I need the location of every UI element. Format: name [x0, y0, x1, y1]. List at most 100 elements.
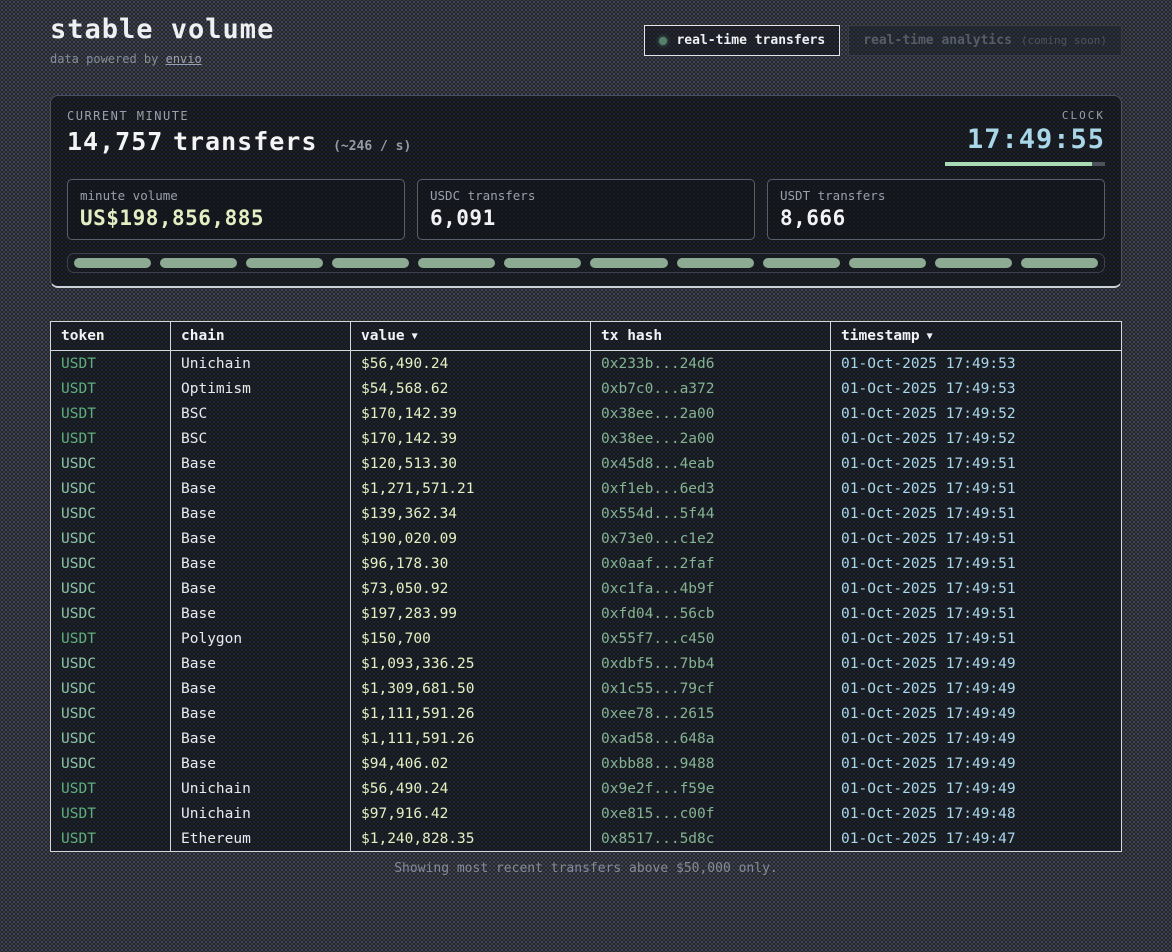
table-row: USDTUnichain$97,916.420xe815...c00f01-Oc… — [51, 801, 1122, 826]
footer-note: Showing most recent transfers above $50,… — [50, 861, 1122, 876]
cell-token: USDC — [51, 726, 171, 751]
cell-timestamp: 01-Oct-2025 17:49:49 — [831, 701, 1122, 726]
table-row: USDTEthereum$1,240,828.350x8517...5d8c01… — [51, 826, 1122, 852]
cell-value: $1,093,336.25 — [351, 651, 591, 676]
cell-tx-hash[interactable]: 0xb7c0...a372 — [591, 376, 831, 401]
transfer-unit: transfers — [173, 127, 317, 156]
cell-tx-hash[interactable]: 0x38ee...2a00 — [591, 426, 831, 451]
cell-token: USDC — [51, 551, 171, 576]
cell-tx-hash[interactable]: 0xdbf5...7bb4 — [591, 651, 831, 676]
cell-tx-hash[interactable]: 0x0aaf...2faf — [591, 551, 831, 576]
cell-value: $190,020.09 — [351, 526, 591, 551]
cell-tx-hash[interactable]: 0x233b...24d6 — [591, 351, 831, 377]
cell-chain: Unichain — [171, 801, 351, 826]
subtitle-text: data powered by — [50, 52, 166, 66]
cell-chain: Base — [171, 701, 351, 726]
cell-tx-hash[interactable]: 0xee78...2615 — [591, 701, 831, 726]
progress-segment — [849, 258, 926, 268]
cell-tx-hash[interactable]: 0xc1fa...4b9f — [591, 576, 831, 601]
cell-timestamp: 01-Oct-2025 17:49:47 — [831, 826, 1122, 852]
cell-token: USDT — [51, 626, 171, 651]
transfers-table-header: tokenchainvalue▼tx hashtimestamp▼ — [51, 322, 1122, 351]
cell-tx-hash[interactable]: 0x9e2f...f59e — [591, 776, 831, 801]
cell-timestamp: 01-Oct-2025 17:49:52 — [831, 426, 1122, 451]
cell-tx-hash[interactable]: 0xfd04...56cb — [591, 601, 831, 626]
cell-tx-hash[interactable]: 0xe815...c00f — [591, 801, 831, 826]
minute-progress-bar — [67, 253, 1105, 273]
brand: stable volume data powered by envio — [50, 14, 274, 66]
cell-timestamp: 01-Oct-2025 17:49:51 — [831, 451, 1122, 476]
tab-realtime-analytics[interactable]: real-time analytics (coming soon) — [848, 25, 1122, 56]
cell-chain: Base — [171, 526, 351, 551]
cell-token: USDC — [51, 501, 171, 526]
cell-chain: Base — [171, 676, 351, 701]
stat-box-usdc-transfers: USDC transfers 6,091 — [417, 179, 755, 240]
cell-token: USDT — [51, 376, 171, 401]
cell-tx-hash[interactable]: 0x554d...5f44 — [591, 501, 831, 526]
cell-timestamp: 01-Oct-2025 17:49:51 — [831, 576, 1122, 601]
cell-timestamp: 01-Oct-2025 17:49:51 — [831, 551, 1122, 576]
cell-timestamp: 01-Oct-2025 17:49:53 — [831, 351, 1122, 377]
cell-value: $1,111,591.26 — [351, 701, 591, 726]
cell-chain: Base — [171, 451, 351, 476]
cell-value: $197,283.99 — [351, 601, 591, 626]
table-row: USDCBase$139,362.340x554d...5f4401-Oct-2… — [51, 501, 1122, 526]
cell-chain: Base — [171, 501, 351, 526]
cell-value: $150,700 — [351, 626, 591, 651]
cell-token: USDC — [51, 676, 171, 701]
tab-realtime-transfers[interactable]: real-time transfers — [644, 25, 840, 56]
sort-desc-icon: ▼ — [412, 331, 418, 342]
table-row: USDCBase$197,283.990xfd04...56cb01-Oct-2… — [51, 601, 1122, 626]
cell-tx-hash[interactable]: 0x1c55...79cf — [591, 676, 831, 701]
cell-value: $97,916.42 — [351, 801, 591, 826]
tabs: real-time transfers real-time analytics … — [644, 25, 1122, 56]
table-row: USDCBase$120,513.300x45d8...4eab01-Oct-2… — [51, 451, 1122, 476]
table-row: USDCBase$1,111,591.260xee78...261501-Oct… — [51, 701, 1122, 726]
cell-tx-hash[interactable]: 0x55f7...c450 — [591, 626, 831, 651]
cell-tx-hash[interactable]: 0xbb88...9488 — [591, 751, 831, 776]
cell-token: USDT — [51, 351, 171, 377]
cell-token: USDT — [51, 801, 171, 826]
cell-chain: Base — [171, 476, 351, 501]
cell-chain: Ethereum — [171, 826, 351, 852]
cell-token: USDT — [51, 776, 171, 801]
cell-chain: BSC — [171, 401, 351, 426]
cell-tx-hash[interactable]: 0x45d8...4eab — [591, 451, 831, 476]
transfers-summary: CURRENT MINUTE 14,757 transfers (~246 / … — [67, 109, 411, 166]
cell-timestamp: 01-Oct-2025 17:49:51 — [831, 501, 1122, 526]
cell-tx-hash[interactable]: 0xad58...648a — [591, 726, 831, 751]
cell-chain: Unichain — [171, 776, 351, 801]
cell-token: USDC — [51, 476, 171, 501]
live-dot-icon — [659, 37, 667, 45]
stat-box-label: USDT transfers — [780, 188, 1092, 203]
stat-box-label: USDC transfers — [430, 188, 742, 203]
column-header-value[interactable]: value▼ — [351, 322, 591, 351]
cell-tx-hash[interactable]: 0x8517...5d8c — [591, 826, 831, 852]
progress-segment — [504, 258, 581, 268]
stat-box-value: 6,091 — [430, 206, 742, 230]
cell-tx-hash[interactable]: 0x73e0...c1e2 — [591, 526, 831, 551]
cell-tx-hash[interactable]: 0x38ee...2a00 — [591, 401, 831, 426]
envio-link[interactable]: envio — [166, 52, 202, 66]
coming-soon-label: (coming soon) — [1021, 34, 1107, 47]
cell-token: USDC — [51, 651, 171, 676]
cell-tx-hash[interactable]: 0xf1eb...6ed3 — [591, 476, 831, 501]
column-header-timestamp[interactable]: timestamp▼ — [831, 322, 1122, 351]
cell-timestamp: 01-Oct-2025 17:49:49 — [831, 726, 1122, 751]
stat-box-value: US$198,856,885 — [80, 206, 392, 230]
table-row: USDTUnichain$56,490.240x233b...24d601-Oc… — [51, 351, 1122, 377]
page: stable volume data powered by envio real… — [0, 0, 1172, 876]
cell-chain: Base — [171, 551, 351, 576]
clock-widget: CLOCK 17:49:55 — [945, 109, 1105, 166]
cell-timestamp: 01-Oct-2025 17:49:49 — [831, 676, 1122, 701]
cell-token: USDT — [51, 826, 171, 852]
column-label: tx hash — [601, 328, 662, 344]
cell-value: $139,362.34 — [351, 501, 591, 526]
cell-value: $96,178.30 — [351, 551, 591, 576]
stat-boxes: minute volumeUS$198,856,885USDC transfer… — [67, 179, 1105, 240]
table-row: USDTPolygon$150,7000x55f7...c45001-Oct-2… — [51, 626, 1122, 651]
cell-chain: BSC — [171, 426, 351, 451]
cell-timestamp: 01-Oct-2025 17:49:49 — [831, 776, 1122, 801]
table-row: USDCBase$1,093,336.250xdbf5...7bb401-Oct… — [51, 651, 1122, 676]
cell-token: USDC — [51, 601, 171, 626]
